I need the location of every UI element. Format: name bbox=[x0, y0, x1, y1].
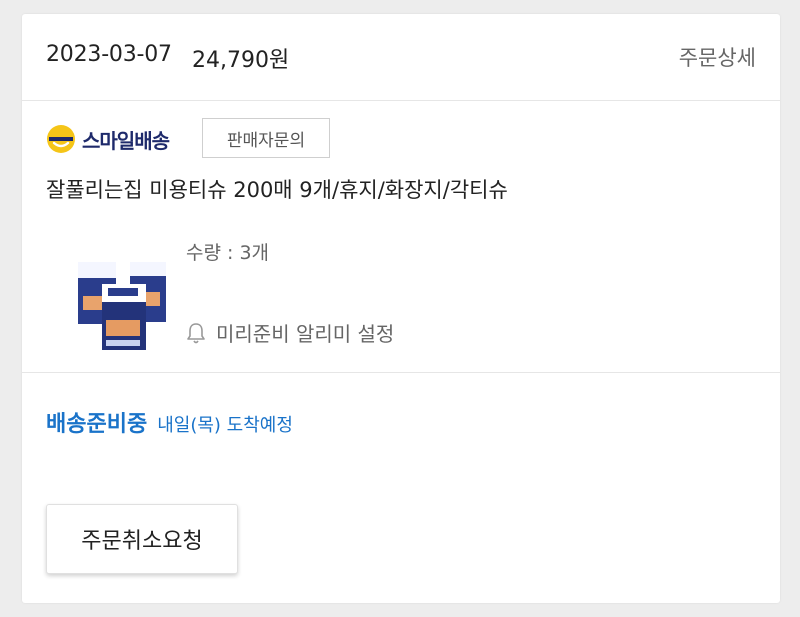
order-card: 2023-03-07 24,790원 주문상세 스마일배송 판매자문의 잘풀리는… bbox=[22, 14, 780, 603]
product-thumbnail[interactable] bbox=[74, 248, 170, 354]
shipping-info: 배송준비중 내일(목) 도착예정 bbox=[46, 406, 293, 438]
seller-inquiry-button[interactable]: 판매자문의 bbox=[202, 118, 330, 158]
shipping-eta: 내일(목) 도착예정 bbox=[157, 415, 293, 436]
smile-delivery-logo: 스마일배송 bbox=[46, 122, 170, 156]
product-quantity: 수량 : 3개 bbox=[186, 242, 270, 264]
bell-icon bbox=[187, 322, 205, 343]
smile-face-icon bbox=[47, 125, 75, 153]
alarm-setting[interactable]: 미리준비 알리미 설정 bbox=[186, 318, 394, 347]
cancel-order-button[interactable]: 주문취소요청 bbox=[46, 504, 238, 574]
divider bbox=[22, 372, 780, 373]
alarm-label: 미리준비 알리미 설정 bbox=[216, 322, 395, 346]
order-date: 2023-03-07 bbox=[46, 42, 172, 67]
order-amount: 24,790원 bbox=[192, 48, 290, 73]
order-detail-link[interactable]: 주문상세 bbox=[679, 42, 756, 72]
order-header: 2023-03-07 24,790원 주문상세 bbox=[22, 14, 780, 101]
product-title[interactable]: 잘풀리는집 미용티슈 200매 9개/휴지/화장지/각티슈 bbox=[46, 174, 508, 204]
shipping-status: 배송준비중 bbox=[46, 412, 148, 437]
delivery-brand-name: 스마일배송 bbox=[82, 128, 170, 153]
